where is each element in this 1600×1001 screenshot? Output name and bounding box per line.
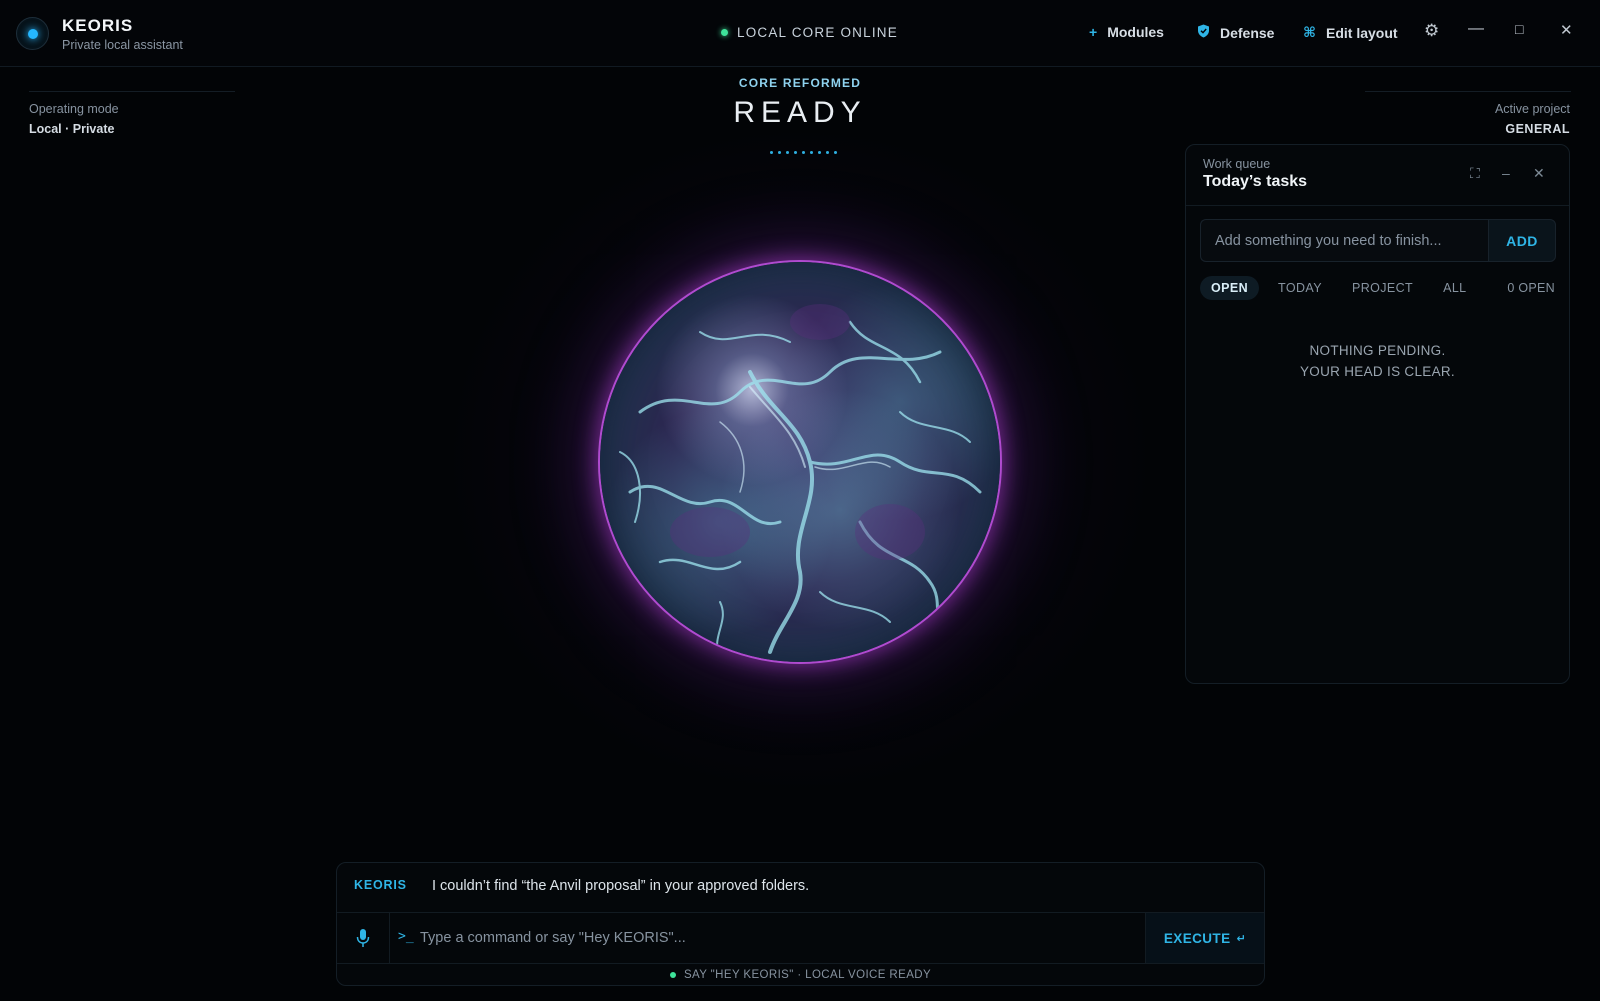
reply-message: I couldn’t find “the Anvil proposal” in … bbox=[432, 878, 810, 894]
app-logo-icon bbox=[16, 17, 49, 50]
divider bbox=[337, 963, 1264, 964]
panel-kicker: Work queue bbox=[1203, 157, 1271, 171]
modules-label: Modules bbox=[1107, 24, 1164, 40]
reply-sender: KEORIS bbox=[354, 878, 407, 892]
execute-button[interactable]: EXECUTE ↵ bbox=[1145, 913, 1264, 963]
plus-icon: + bbox=[1089, 24, 1098, 40]
divider bbox=[1365, 91, 1571, 92]
shield-icon bbox=[1197, 24, 1210, 41]
execute-label: EXECUTE bbox=[1163, 930, 1231, 946]
microphone-icon bbox=[356, 929, 370, 947]
voice-ready-icon bbox=[669, 972, 676, 978]
expand-icon[interactable]: ⛶ bbox=[1470, 165, 1480, 182]
app-window: KEORIS Private local assistant LOCAL COR… bbox=[0, 0, 1600, 1001]
command-input[interactable] bbox=[420, 919, 1120, 957]
modules-button[interactable]: + Modules bbox=[1089, 24, 1164, 40]
tab-open[interactable]: OPEN bbox=[1200, 276, 1260, 300]
voice-status-text: SAY "HEY KEORIS" · LOCAL VOICE READY bbox=[683, 969, 932, 981]
defense-label: Defense bbox=[1220, 24, 1275, 41]
orb-texture bbox=[619, 304, 982, 658]
task-input[interactable] bbox=[1200, 219, 1488, 262]
close-panel-icon[interactable]: ✕ bbox=[1533, 165, 1545, 182]
defense-button[interactable]: Defense bbox=[1197, 24, 1274, 41]
edit-layout-label: Edit layout bbox=[1326, 24, 1398, 41]
command-icon: ⌘ bbox=[1303, 24, 1316, 40]
command-console: KEORIS I couldn’t find “the Anvil propos… bbox=[336, 862, 1265, 986]
minimize-panel-icon[interactable]: – bbox=[1502, 165, 1510, 181]
prompt-icon: >_ bbox=[398, 929, 414, 944]
close-icon[interactable]: ✕ bbox=[1560, 21, 1573, 39]
open-count: 0 OPEN bbox=[1507, 281, 1555, 295]
title-bar: KEORIS Private local assistant LOCAL COR… bbox=[0, 0, 1600, 67]
tab-all[interactable]: ALL bbox=[1432, 276, 1477, 300]
divider bbox=[337, 912, 1264, 913]
voice-status: SAY "HEY KEORIS" · LOCAL VOICE READY bbox=[337, 969, 1264, 981]
panel-title: Today’s tasks bbox=[1203, 173, 1308, 190]
app-subtitle: Private local assistant bbox=[62, 38, 183, 52]
gear-icon[interactable]: ⚙ bbox=[1424, 21, 1439, 41]
edit-layout-button[interactable]: ⌘ Edit layout bbox=[1303, 24, 1398, 41]
divider bbox=[29, 91, 235, 92]
tab-today[interactable]: TODAY bbox=[1267, 276, 1333, 300]
empty-state-line1: NOTHING PENDING. bbox=[1309, 343, 1446, 358]
app-name: KEORIS bbox=[62, 16, 134, 35]
core-kicker: CORE REFORMED bbox=[738, 76, 862, 90]
task-filter-tabs: OPEN TODAY PROJECT ALL bbox=[1200, 276, 1478, 300]
divider bbox=[1186, 205, 1569, 206]
core-status: LOCAL CORE ONLINE bbox=[721, 25, 898, 40]
microphone-button[interactable] bbox=[337, 913, 390, 963]
core-orb[interactable] bbox=[600, 262, 1000, 662]
tab-project[interactable]: PROJECT bbox=[1341, 276, 1424, 300]
minimize-icon[interactable]: — bbox=[1468, 20, 1484, 38]
core-status-text: LOCAL CORE ONLINE bbox=[737, 25, 898, 40]
enter-icon: ↵ bbox=[1236, 932, 1247, 945]
add-task-button[interactable]: ADD bbox=[1488, 219, 1556, 262]
status-online-icon bbox=[721, 29, 728, 36]
maximize-icon[interactable]: □ bbox=[1515, 21, 1523, 37]
task-panel: Work queue Today’s tasks ⛶ – ✕ ADD OPEN … bbox=[1185, 144, 1570, 684]
empty-state-line2: YOUR HEAD IS CLEAR. bbox=[1300, 364, 1455, 379]
